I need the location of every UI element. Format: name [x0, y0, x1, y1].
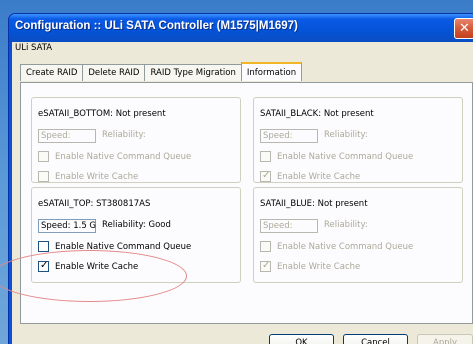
checkbox[interactable]	[260, 241, 271, 252]
reliability-label: Reliability: Good	[102, 220, 171, 230]
checkmark-icon: ✓	[40, 260, 49, 271]
checkbox[interactable]: ✓	[260, 170, 271, 182]
write-cache-label: Enable Write Cache	[55, 261, 139, 272]
port-status-label: eSATAII_TOP: ST380817AS	[38, 199, 151, 209]
checkbox[interactable]	[38, 241, 49, 252]
ncq-checkbox-row[interactable]: Enable Native Command Queue	[260, 151, 413, 162]
write-cache-label: Enable Write Cache	[55, 171, 139, 182]
tab-create-raid[interactable]: Create RAID	[20, 64, 84, 81]
checkbox[interactable]: ✓	[260, 260, 271, 272]
controller-label: ULi SATA	[15, 43, 53, 53]
port-group-esata-top: eSATAII_TOP: ST380817AS Speed: 1.5 G Rel…	[31, 187, 241, 283]
write-cache-checkbox-row[interactable]: Enable Write Cache	[38, 171, 138, 182]
ncq-checkbox-row[interactable]: Enable Native Command Queue	[38, 151, 191, 162]
ncq-checkbox-row[interactable]: Enable Native Command Queue	[38, 241, 191, 252]
configuration-dialog: Configuration :: ULi SATA Controller (M1…	[8, 13, 473, 344]
ok-button[interactable]: OK	[269, 334, 334, 344]
dialog-body: ULi SATA Create RAID Delete RAID RAID Ty…	[12, 42, 473, 344]
port-status-label: eSATAII_BOTTOM: Not present	[38, 109, 166, 119]
window-title: Configuration :: ULi SATA Controller (M1…	[15, 20, 298, 32]
ncq-label: Enable Native Command Queue	[277, 241, 414, 252]
checkbox[interactable]	[38, 171, 49, 182]
checkbox[interactable]	[260, 151, 271, 162]
port-group-esata-bottom: eSATAII_BOTTOM: Not present Speed: Relia…	[31, 97, 241, 183]
title-bar[interactable]: Configuration :: ULi SATA Controller (M1…	[9, 14, 473, 42]
checkbox[interactable]	[38, 151, 49, 162]
ncq-label: Enable Native Command Queue	[55, 151, 192, 162]
information-panel: eSATAII_BOTTOM: Not present Speed: Relia…	[20, 82, 473, 324]
speed-field: Speed:	[260, 219, 318, 233]
checkmark-icon: ✓	[262, 170, 271, 181]
tab-delete-raid[interactable]: Delete RAID	[82, 64, 146, 81]
write-cache-checkbox-row[interactable]: ✓ Enable Write Cache	[260, 260, 361, 272]
reliability-label: Reliability:	[102, 130, 146, 140]
ncq-checkbox-row[interactable]: Enable Native Command Queue	[260, 241, 413, 252]
reliability-label: Reliability:	[324, 130, 368, 140]
tab-information[interactable]: Information	[240, 62, 303, 81]
write-cache-checkbox-row[interactable]: ✓ Enable Write Cache	[260, 170, 361, 182]
speed-field: Speed:	[38, 129, 96, 143]
close-icon[interactable]: ✕	[454, 18, 473, 39]
cancel-button[interactable]: Cancel	[343, 334, 408, 344]
port-status-label: SATAII_BLUE: Not present	[260, 199, 368, 209]
tab-raid-type-migration[interactable]: RAID Type Migration	[144, 64, 242, 81]
speed-field: Speed:	[260, 129, 318, 143]
write-cache-label: Enable Write Cache	[277, 171, 361, 182]
checkbox[interactable]: ✓	[38, 260, 49, 272]
ncq-label: Enable Native Command Queue	[277, 151, 414, 162]
write-cache-checkbox-row[interactable]: ✓ Enable Write Cache	[38, 260, 139, 272]
checkmark-icon: ✓	[262, 260, 271, 271]
ncq-label: Enable Native Command Queue	[55, 241, 192, 252]
port-status-label: SATAII_BLACK: Not present	[260, 109, 374, 119]
write-cache-label: Enable Write Cache	[277, 261, 361, 272]
tab-strip: Create RAID Delete RAID RAID Type Migrat…	[20, 62, 303, 82]
port-group-sata-black: SATAII_BLACK: Not present Speed: Reliabi…	[253, 97, 463, 183]
reliability-label: Reliability:	[324, 220, 368, 230]
apply-button[interactable]: Apply	[417, 334, 473, 344]
port-group-sata-blue: SATAII_BLUE: Not present Speed: Reliabil…	[253, 187, 463, 283]
speed-field: Speed: 1.5 G	[38, 219, 96, 233]
